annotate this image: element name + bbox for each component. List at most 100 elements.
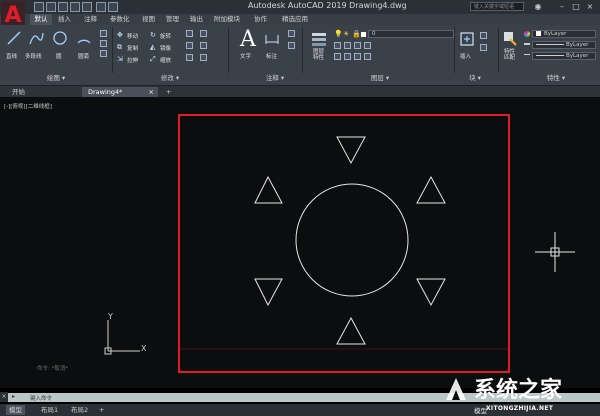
layer-tool-icon[interactable]	[364, 42, 371, 49]
user-icon[interactable]: ◉	[532, 1, 544, 12]
create-block-icon[interactable]	[480, 32, 487, 39]
close-command-line-icon[interactable]: ×	[0, 392, 8, 402]
panel-separator	[454, 27, 455, 73]
rotate-tool-label[interactable]: 旋转	[160, 32, 171, 40]
line-tool-icon[interactable]	[6, 30, 22, 46]
watermark-logo: 系统之家	[446, 377, 563, 403]
move-tool-label[interactable]: 移动	[127, 32, 138, 40]
layout-tab-2[interactable]: 布局2	[68, 405, 91, 415]
stretch-icon[interactable]: ⇲	[117, 55, 123, 63]
erase-icon[interactable]	[200, 30, 207, 37]
offset-icon[interactable]	[200, 54, 207, 61]
open-file-icon[interactable]	[46, 2, 56, 12]
layer-tool-icon[interactable]	[354, 53, 361, 60]
arc-tool-icon[interactable]	[76, 30, 92, 46]
block-panel-title[interactable]: 块 ▾	[460, 73, 490, 83]
draw-more-icon[interactable]	[100, 50, 107, 57]
hatch-tool-icon[interactable]	[100, 40, 107, 47]
linetype-preview	[536, 55, 564, 56]
search-input[interactable]: 键入关键字或短语	[470, 2, 524, 11]
dimension-tool-icon[interactable]	[264, 30, 280, 46]
drawing-tab[interactable]: Drawing4* ×	[82, 87, 158, 97]
tab-insert[interactable]: 插入	[58, 14, 71, 25]
start-tab[interactable]: 开始	[6, 87, 31, 97]
table-icon[interactable]	[288, 42, 295, 49]
rectangle-tool-icon[interactable]	[100, 30, 107, 37]
new-file-icon[interactable]	[34, 2, 44, 12]
triangle-top	[336, 136, 366, 165]
tab-manage[interactable]: 管理	[166, 14, 179, 25]
layout-tab-model[interactable]: 模型	[6, 405, 25, 415]
layer-tool-icon[interactable]	[334, 42, 341, 49]
tab-default[interactable]: 默认	[30, 14, 52, 25]
layer-properties-icon[interactable]	[310, 30, 328, 48]
save-icon[interactable]	[58, 2, 68, 12]
edit-block-icon[interactable]	[480, 44, 487, 51]
tab-addins[interactable]: 附加模块	[214, 14, 240, 25]
layer-tool-icon[interactable]	[354, 42, 361, 49]
tab-annotate[interactable]: 注释	[84, 14, 97, 25]
minimize-button[interactable]: –	[556, 1, 568, 12]
layer-tool-icon[interactable]	[344, 42, 351, 49]
triangle-bottom	[336, 316, 366, 345]
tab-featured-apps[interactable]: 精选应用	[282, 14, 308, 25]
undo-icon[interactable]	[96, 2, 106, 12]
layers-panel-title[interactable]: 图层 ▾	[360, 73, 400, 83]
redo-icon[interactable]	[108, 2, 118, 12]
copy-icon[interactable]: ⧉	[117, 43, 122, 52]
mirror-icon[interactable]: ◭	[150, 43, 155, 51]
save-as-icon[interactable]	[70, 2, 80, 12]
layout-tab-1[interactable]: 布局1	[38, 405, 61, 415]
tab-collaborate[interactable]: 协作	[254, 14, 267, 25]
lineweight-dropdown[interactable]: ByLayer	[532, 41, 596, 49]
rotate-icon[interactable]: ↻	[150, 31, 156, 39]
close-window-button[interactable]: ×	[584, 1, 596, 12]
move-icon[interactable]: ✥	[117, 31, 123, 39]
stretch-tool-label[interactable]: 拉伸	[127, 56, 138, 64]
layer-tool-icon[interactable]	[334, 53, 341, 60]
mirror-tool-label[interactable]: 镜像	[160, 44, 171, 52]
lineweight-preview	[536, 44, 564, 45]
command-input[interactable]: 键入命令	[30, 394, 52, 402]
drawing-tab-label: Drawing4*	[88, 88, 123, 96]
window-title: Autodesk AutoCAD 2019 Drawing4.dwg	[248, 1, 407, 10]
explode-icon[interactable]	[200, 42, 207, 49]
tab-parametric[interactable]: 参数化	[110, 14, 130, 25]
annotation-panel-title[interactable]: 注释 ▾	[250, 73, 300, 83]
layer-tool-icon[interactable]	[364, 53, 371, 60]
layer-tool-icon[interactable]	[344, 53, 351, 60]
match-properties-label: 特性 匹配	[504, 49, 516, 61]
add-layout-button[interactable]: +	[96, 405, 107, 415]
text-tool-icon[interactable]: A	[240, 27, 256, 52]
draw-panel-title[interactable]: 绘图 ▾	[6, 73, 106, 83]
tab-output[interactable]: 输出	[190, 14, 203, 25]
plot-icon[interactable]	[82, 2, 92, 12]
scale-tool-label[interactable]: 缩放	[160, 56, 171, 64]
new-tab-button[interactable]: +	[160, 87, 177, 97]
color-dropdown[interactable]: ByLayer	[532, 30, 596, 38]
polyline-tool-label: 多段线	[25, 54, 42, 60]
match-properties-icon[interactable]	[502, 30, 518, 46]
leader-icon[interactable]	[288, 30, 295, 37]
color-wheel-icon[interactable]	[524, 31, 530, 37]
layer-properties-label: 图层 特性	[313, 49, 325, 61]
scale-icon[interactable]: ⤢	[150, 55, 156, 64]
copy-tool-label[interactable]: 复制	[127, 44, 138, 52]
polyline-tool-icon[interactable]	[28, 30, 44, 46]
array-icon[interactable]	[186, 54, 193, 61]
insert-block-icon[interactable]	[458, 30, 476, 48]
arc-tool-label: 圆弧	[78, 54, 90, 60]
layer-dropdown[interactable]: 0	[368, 30, 454, 38]
triangle-lower-right	[416, 278, 446, 307]
trim-icon[interactable]	[186, 30, 193, 37]
drawing-canvas[interactable]	[0, 97, 600, 388]
tab-view[interactable]: 视图	[142, 14, 155, 25]
circle-tool-icon[interactable]	[52, 30, 68, 46]
linetype-dropdown[interactable]: ByLayer	[532, 52, 596, 60]
modify-panel-title[interactable]: 修改 ▾	[140, 73, 200, 83]
linetype-icon	[524, 54, 530, 55]
properties-panel-title[interactable]: 特性 ▾	[536, 73, 576, 83]
close-tab-icon[interactable]: ×	[149, 87, 154, 97]
fillet-icon[interactable]	[186, 42, 193, 49]
maximize-button[interactable]: □	[570, 1, 582, 12]
